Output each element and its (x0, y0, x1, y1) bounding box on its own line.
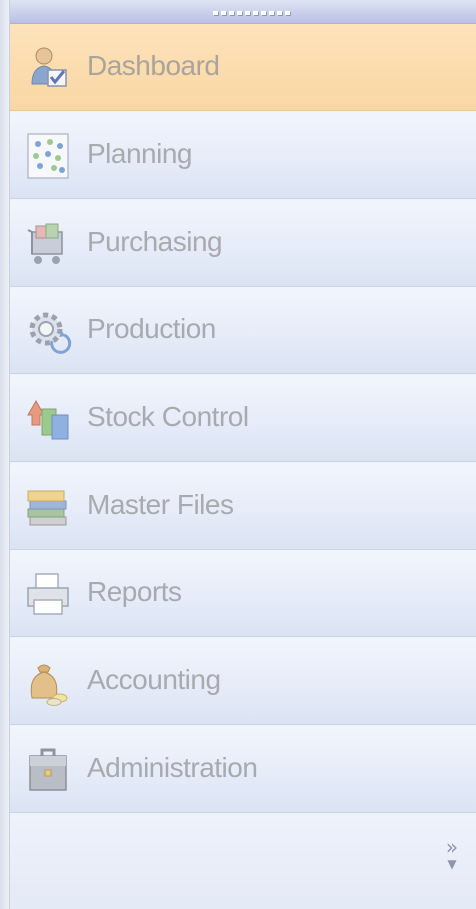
nav-item-master-files[interactable]: Master Files (10, 463, 476, 550)
nav-item-dashboard[interactable]: Dashboard (10, 24, 476, 111)
double-chevron-right-icon: » (445, 835, 459, 859)
printer-icon (27, 573, 69, 615)
nav-item-label: Administration (87, 752, 258, 783)
nav-item-label: Production (87, 313, 216, 344)
dropdown-arrow-icon: ▼ (447, 857, 457, 871)
stock-control-icon (27, 399, 69, 440)
nav-item-reports[interactable]: Reports (10, 550, 476, 637)
nav-item-label: Planning (87, 138, 192, 169)
nav-item-administration[interactable]: Administration (10, 726, 476, 813)
pane-left-border (0, 0, 10, 909)
money-bag-icon (30, 664, 68, 706)
nav-item-label: Stock Control (87, 401, 249, 432)
nav-item-planning[interactable]: Planning (10, 112, 476, 199)
production-icon (29, 312, 72, 354)
nav-item-label: Reports (87, 576, 182, 607)
nav-item-label: Accounting (87, 664, 221, 695)
nav-item-label: Dashboard (87, 50, 220, 81)
briefcase-icon (29, 748, 67, 791)
nav-item-stock-control[interactable]: Stock Control (10, 375, 476, 462)
grip-handle-icon (213, 11, 290, 15)
planning-icon (27, 133, 69, 179)
purchasing-icon (27, 223, 63, 264)
nav-item-label: Master Files (87, 489, 234, 520)
nav-item-label: Purchasing (87, 226, 223, 257)
configure-buttons-button[interactable]: » ▼ (442, 837, 462, 877)
nav-item-purchasing[interactable]: Purchasing (10, 200, 476, 287)
pane-splitter-grip[interactable] (10, 0, 476, 24)
dashboard-icon (31, 47, 67, 87)
navigation-pane-footer: » ▼ (10, 813, 476, 909)
navigation-pane: Dashboard Planning Purchasing Production… (0, 0, 476, 909)
nav-item-production[interactable]: Production (10, 287, 476, 374)
master-files-icon (27, 490, 67, 526)
nav-item-accounting[interactable]: Accounting (10, 638, 476, 725)
